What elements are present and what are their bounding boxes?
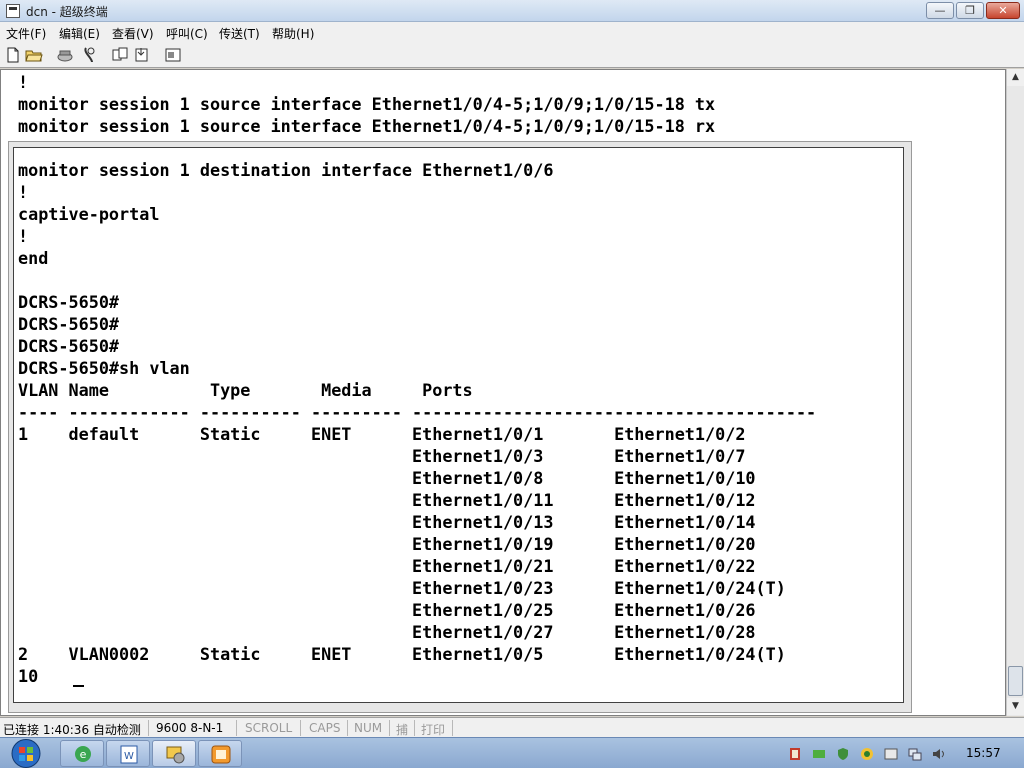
taskbar-clock[interactable]: 15:57 bbox=[966, 746, 1001, 760]
menu-call[interactable]: 呼叫(C) bbox=[166, 25, 208, 42]
shield-icon[interactable] bbox=[836, 747, 850, 761]
terminal-line: monitor session 1 destination interface … bbox=[18, 160, 554, 180]
vlan-table-row: Ethernet1/0/8 Ethernet1/0/10 bbox=[18, 468, 756, 488]
print-indicator: 打印 bbox=[421, 723, 446, 737]
disconnect-icon[interactable] bbox=[80, 46, 98, 64]
open-icon[interactable] bbox=[25, 46, 43, 64]
menu-file[interactable]: 文件(F) bbox=[6, 25, 46, 42]
status-bar: 已连接 1:40:36 自动检测 9600 8-N-1 SCROLL CAPS … bbox=[0, 717, 1024, 737]
terminal-line: captive-portal bbox=[18, 204, 160, 224]
vlan-table-row: Ethernet1/0/19 Ethernet1/0/20 bbox=[18, 534, 756, 554]
taskbar: e W 15:57 bbox=[0, 737, 1024, 768]
taskbar-hyperterminal-button[interactable] bbox=[152, 740, 196, 767]
menu-view[interactable]: 查看(V) bbox=[112, 25, 154, 42]
connection-status: 已连接 1:40:36 自动检测 bbox=[3, 723, 141, 737]
scroll-indicator: SCROLL bbox=[245, 721, 293, 735]
terminal-prompt-line: DCRS-5650# bbox=[18, 314, 120, 334]
terminal-line: end bbox=[18, 248, 49, 268]
terminal-line: ! bbox=[18, 182, 29, 202]
new-icon[interactable] bbox=[4, 46, 22, 64]
receive-icon[interactable] bbox=[133, 46, 151, 64]
terminal-line: monitor session 1 source interface Ether… bbox=[18, 94, 716, 114]
vlan-table-row: 1 default Static ENET Ethernet1/0/1 Ethe… bbox=[18, 424, 746, 444]
vlan-table-row: Ethernet1/0/23 Ethernet1/0/24(T) bbox=[18, 578, 786, 598]
status-indicator-icon[interactable] bbox=[812, 747, 826, 761]
window-title: dcn - 超级终端 bbox=[26, 5, 108, 19]
network-icon[interactable] bbox=[908, 747, 922, 761]
scroll-down-icon[interactable]: ▼ bbox=[1007, 698, 1024, 715]
network-adapter-icon[interactable] bbox=[788, 747, 802, 761]
vlan-table-header: VLAN Name Type Media Ports bbox=[18, 380, 473, 400]
title-bar: dcn - 超级终端 — ❐ ✕ bbox=[0, 0, 1024, 22]
vlan-table-row: 2 VLAN0002 Static ENET Ethernet1/0/5 Eth… bbox=[18, 644, 786, 664]
menu-transfer[interactable]: 传送(T) bbox=[219, 25, 260, 42]
vlan-table-separator: ---- ------------ ---------- --------- -… bbox=[18, 402, 817, 422]
scrollbar-thumb[interactable] bbox=[1008, 666, 1023, 696]
volume-icon[interactable] bbox=[932, 747, 946, 761]
capture-indicator: 捕 bbox=[396, 723, 409, 737]
num-indicator: NUM bbox=[354, 721, 383, 735]
terminal-line: ! bbox=[18, 72, 29, 92]
menu-help[interactable]: 帮助(H) bbox=[272, 25, 314, 42]
svg-text:e: e bbox=[80, 748, 87, 761]
terminal-command-line: DCRS-5650#sh vlan bbox=[18, 358, 190, 378]
send-icon[interactable] bbox=[111, 46, 129, 64]
vlan-table-row: Ethernet1/0/3 Ethernet1/0/7 bbox=[18, 446, 746, 466]
vertical-scrollbar[interactable]: ▲ ▼ bbox=[1006, 69, 1024, 716]
taskbar-app-button[interactable] bbox=[198, 740, 242, 767]
maximize-button[interactable]: ❐ bbox=[956, 2, 984, 19]
hyperterminal-icon bbox=[6, 4, 20, 18]
terminal-prompt-line: DCRS-5650# bbox=[18, 336, 120, 356]
status-divider bbox=[347, 720, 348, 736]
vlan-table-row: Ethernet1/0/27 Ethernet1/0/28 bbox=[18, 622, 756, 642]
vlan-table-row: Ethernet1/0/13 Ethernet1/0/14 bbox=[18, 512, 756, 532]
terminal-line: monitor session 1 source interface Ether… bbox=[18, 116, 716, 136]
close-button[interactable]: ✕ bbox=[986, 2, 1020, 19]
vlan-table-row: Ethernet1/0/25 Ethernet1/0/26 bbox=[18, 600, 756, 620]
status-divider bbox=[414, 720, 415, 736]
status-divider bbox=[236, 720, 237, 736]
caps-indicator: CAPS bbox=[309, 721, 341, 735]
minimize-button[interactable]: — bbox=[926, 2, 954, 19]
vlan-table-row: Ethernet1/0/11 Ethernet1/0/12 bbox=[18, 490, 756, 510]
status-divider bbox=[148, 720, 149, 736]
taskbar-word-button[interactable]: W bbox=[106, 740, 150, 767]
text-cursor bbox=[73, 685, 84, 687]
vlan-table-row: Ethernet1/0/21 Ethernet1/0/22 bbox=[18, 556, 756, 576]
port-settings: 9600 8-N-1 bbox=[156, 721, 224, 735]
properties-icon[interactable] bbox=[164, 46, 182, 64]
svg-text:W: W bbox=[124, 751, 134, 762]
status-divider bbox=[452, 720, 453, 736]
vlan-table-row: 10 bbox=[18, 666, 39, 686]
status-divider bbox=[389, 720, 390, 736]
system-icon[interactable] bbox=[884, 747, 898, 761]
scroll-up-icon[interactable]: ▲ bbox=[1007, 69, 1024, 86]
start-button[interactable] bbox=[8, 738, 44, 768]
terminal-prompt-line: DCRS-5650# bbox=[18, 292, 120, 312]
taskbar-browser-button[interactable]: e bbox=[60, 740, 104, 767]
dial-icon[interactable] bbox=[56, 46, 74, 64]
security-icon[interactable] bbox=[860, 747, 874, 761]
menu-bar: 文件(F) 编辑(E) 查看(V) 呼叫(C) 传送(T) 帮助(H) bbox=[0, 22, 1024, 42]
toolbar bbox=[0, 42, 1024, 68]
terminal-line: ! bbox=[18, 226, 29, 246]
status-divider bbox=[300, 720, 301, 736]
menu-edit[interactable]: 编辑(E) bbox=[59, 25, 100, 42]
